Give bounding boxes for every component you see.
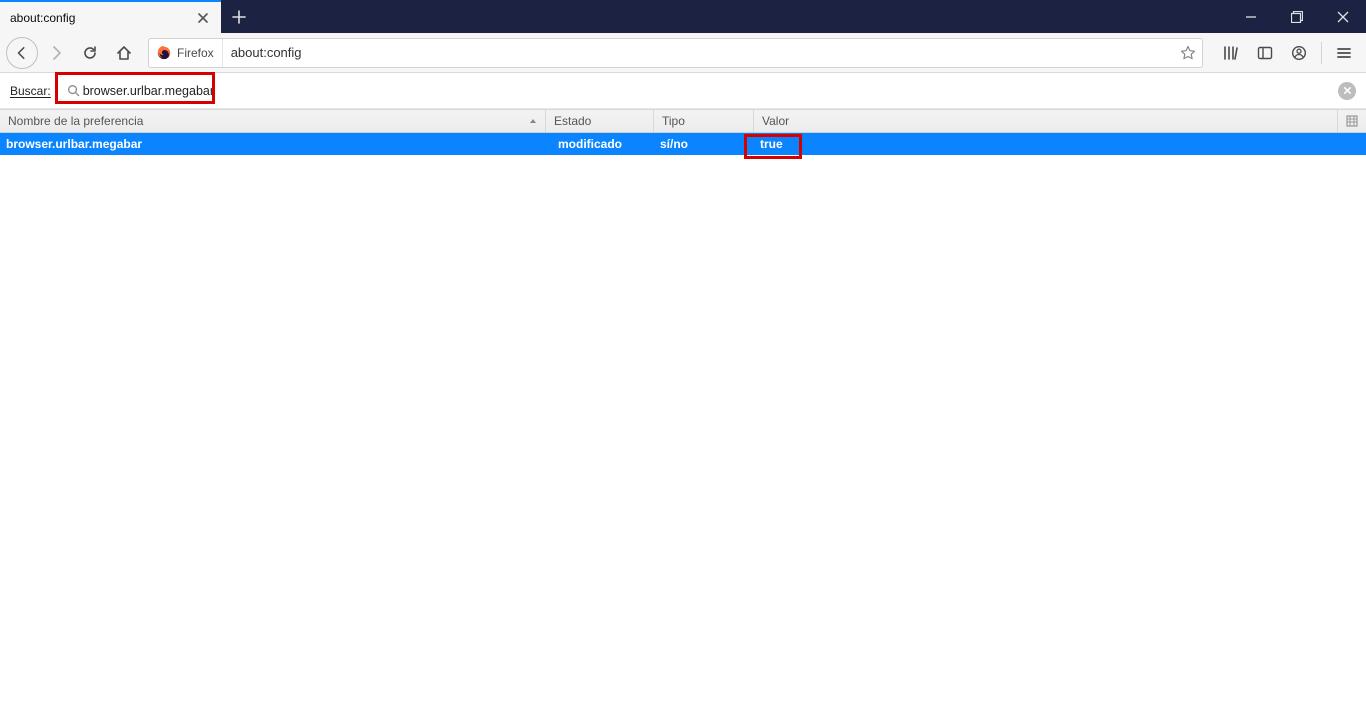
forward-button[interactable] — [40, 37, 72, 69]
close-window-button[interactable] — [1320, 0, 1366, 33]
search-icon — [67, 84, 80, 97]
firefox-icon — [157, 46, 171, 60]
tab-title: about:config — [10, 11, 195, 25]
search-label: Buscar: — [10, 84, 51, 98]
app-menu-button[interactable] — [1328, 37, 1360, 69]
identity-box[interactable]: Firefox — [149, 39, 223, 67]
column-header-type-label: Tipo — [662, 114, 685, 128]
account-button[interactable] — [1283, 37, 1315, 69]
column-header-value-label: Valor — [762, 114, 789, 128]
sidebar-button[interactable] — [1249, 37, 1281, 69]
pref-table-header: Nombre de la preferencia Estado Tipo Val… — [0, 109, 1366, 133]
sort-ascending-icon — [529, 117, 537, 125]
url-text[interactable]: about:config — [223, 45, 1174, 60]
pref-value-text: true — [760, 137, 783, 151]
url-bar[interactable]: Firefox about:config — [148, 38, 1203, 68]
browser-tab[interactable]: about:config — [0, 0, 221, 33]
minimize-button[interactable] — [1228, 0, 1274, 33]
search-input[interactable] — [61, 80, 1332, 102]
window-controls — [1228, 0, 1366, 33]
home-button[interactable] — [108, 37, 140, 69]
bookmark-star-button[interactable] — [1174, 45, 1202, 61]
search-input-wrapper — [61, 80, 1332, 102]
pref-status-cell: modificado — [546, 137, 654, 151]
new-tab-button[interactable] — [221, 0, 257, 33]
config-search-row: Buscar: — [0, 73, 1366, 109]
title-bar-drag-area[interactable] — [257, 0, 1228, 33]
title-bar: about:config — [0, 0, 1366, 33]
toolbar-separator — [1321, 42, 1322, 64]
identity-label: Firefox — [177, 46, 214, 60]
library-button[interactable] — [1215, 37, 1247, 69]
column-header-status-label: Estado — [554, 114, 591, 128]
column-header-status[interactable]: Estado — [546, 110, 654, 132]
toolbar-right-group — [1215, 37, 1360, 69]
maximize-button[interactable] — [1274, 0, 1320, 33]
back-button[interactable] — [6, 37, 38, 69]
column-picker-button[interactable] — [1338, 110, 1366, 132]
pref-value-cell: true — [754, 137, 1366, 151]
column-header-value[interactable]: Valor — [754, 110, 1338, 132]
pref-name-cell: browser.urlbar.megabar — [0, 137, 546, 151]
pref-type-cell: sí/no — [654, 137, 754, 151]
column-header-name[interactable]: Nombre de la preferencia — [0, 110, 546, 132]
clear-search-button[interactable] — [1338, 82, 1356, 100]
column-header-name-label: Nombre de la preferencia — [8, 114, 143, 128]
navigation-toolbar: Firefox about:config — [0, 33, 1366, 73]
pref-table-row[interactable]: browser.urlbar.megabar modificado sí/no … — [0, 133, 1366, 155]
tab-close-button[interactable] — [195, 10, 211, 26]
reload-button[interactable] — [74, 37, 106, 69]
column-header-type[interactable]: Tipo — [654, 110, 754, 132]
